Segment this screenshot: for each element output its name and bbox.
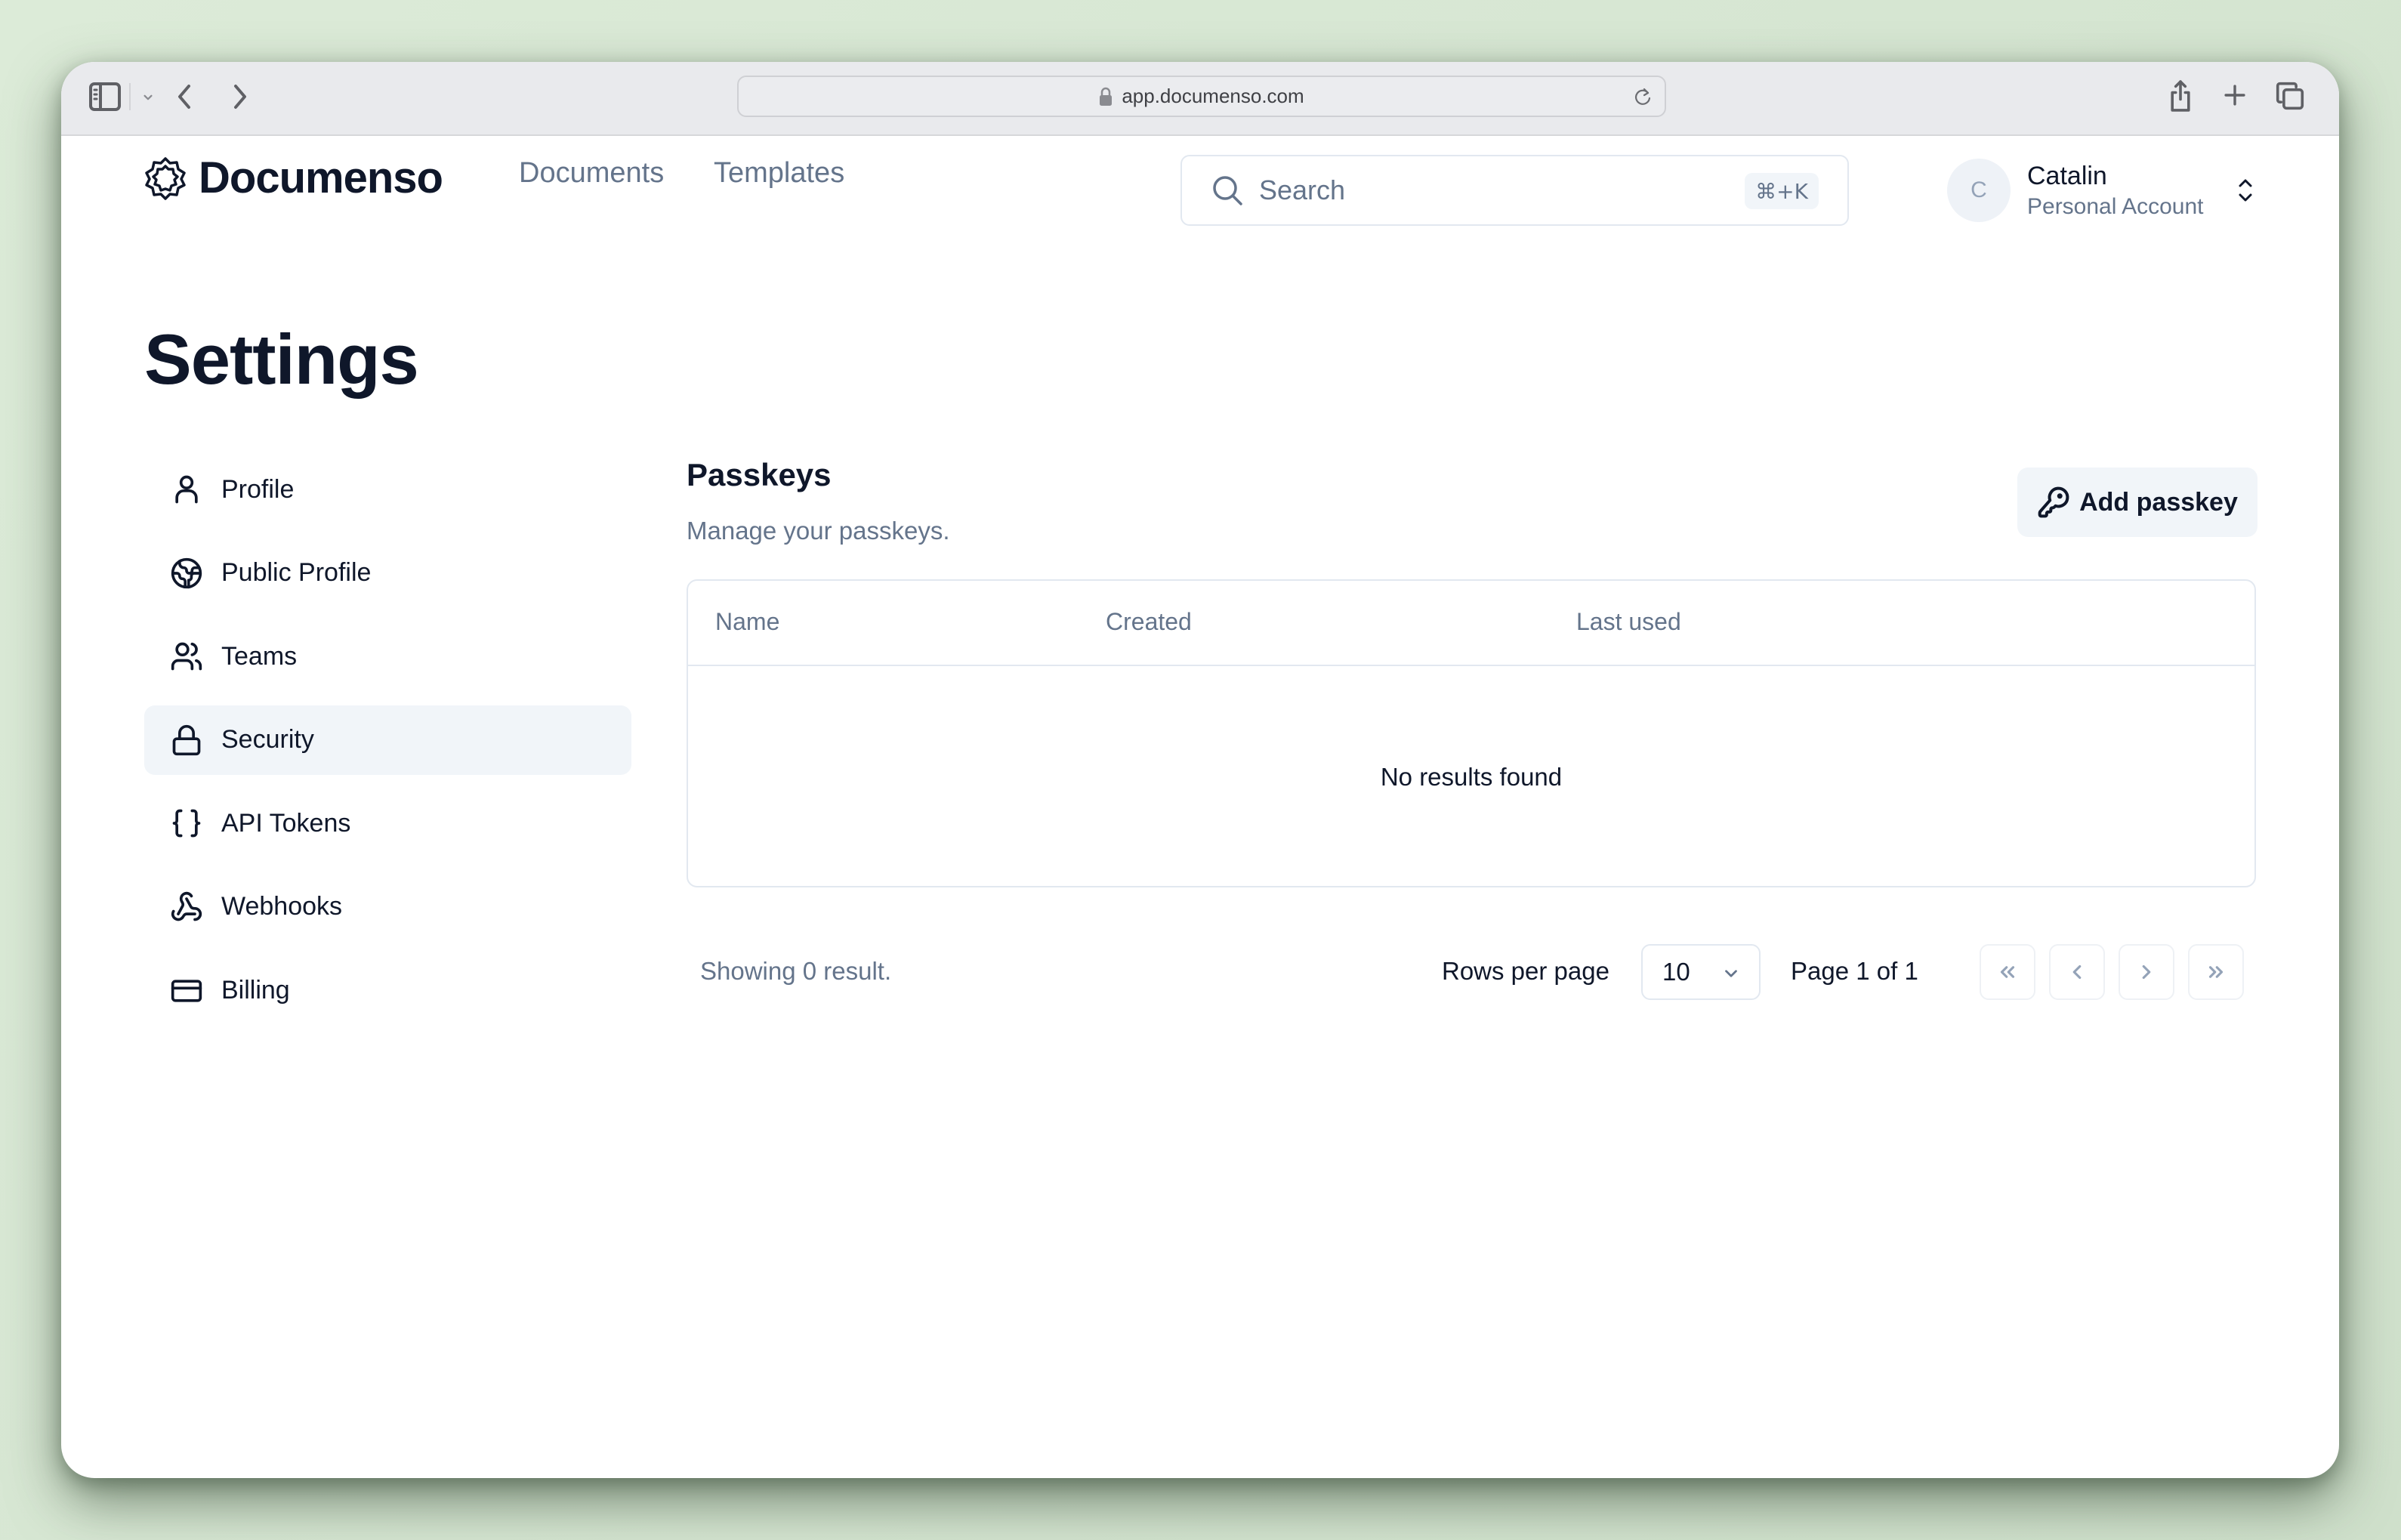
avatar: C: [1947, 159, 2011, 222]
users-icon: [171, 642, 202, 671]
user-name: Catalin: [2027, 161, 2107, 190]
chevrons-up-down-icon: [2239, 179, 2252, 202]
back-icon[interactable]: [170, 82, 200, 112]
sidebar-item-public-profile[interactable]: Public Profile: [144, 539, 631, 608]
rows-per-page-value: 10: [1662, 958, 1690, 986]
page-indicator: Page 1 of 1: [1791, 957, 1918, 985]
credit-card-icon: [171, 979, 202, 1002]
toolbar-divider: [129, 83, 131, 110]
add-passkey-button[interactable]: Add passkey: [2017, 468, 2257, 537]
plus-icon[interactable]: [2220, 80, 2250, 110]
next-page-button[interactable]: [2119, 944, 2174, 1000]
key-icon: [2038, 486, 2069, 518]
account-switcher[interactable]: C Catalin Personal Account: [1947, 153, 2279, 228]
lock-icon: [1100, 87, 1113, 106]
logo-icon: [145, 156, 186, 200]
first-page-button[interactable]: [1980, 944, 2035, 1000]
sidebar-item-label: Webhooks: [221, 892, 343, 921]
sidebar-item-billing[interactable]: Billing: [144, 956, 631, 1026]
reload-icon[interactable]: [1631, 86, 1654, 109]
chevrons-left-icon: [2000, 966, 2015, 978]
section-description: Manage your passkeys.: [687, 517, 950, 545]
browser-window: app.documenso.com Documenso Documents Te…: [61, 62, 2339, 1478]
rows-per-page-label: Rows per page: [1442, 957, 1609, 985]
rows-per-page-select[interactable]: 10: [1641, 944, 1761, 1000]
pagination-bar: Showing 0 result. Rows per page 10 Page …: [687, 942, 2256, 1002]
table-header: Name Created Last used: [688, 581, 2254, 666]
share-icon[interactable]: [2165, 77, 2196, 115]
forward-icon[interactable]: [224, 82, 255, 112]
brand-name: Documenso: [199, 153, 443, 202]
browser-toolbar: app.documenso.com: [61, 62, 2339, 136]
nav-templates[interactable]: Templates: [714, 157, 844, 190]
previous-page-button[interactable]: [2049, 944, 2105, 1000]
chevron-left-icon: [2072, 964, 2082, 980]
chevron-right-icon: [2142, 964, 2151, 980]
empty-state-message: No results found: [1380, 762, 1563, 791]
sidebar-item-label: Profile: [221, 474, 295, 504]
search-shortcut-badge: ⌘+K: [1745, 173, 1819, 209]
column-header-name[interactable]: Name: [715, 608, 779, 636]
nav-documents[interactable]: Documents: [519, 157, 664, 190]
sidebar-item-label: Billing: [221, 976, 290, 1005]
search-placeholder: Search: [1259, 174, 1346, 205]
add-passkey-label: Add passkey: [2079, 487, 2238, 517]
account-type: Personal Account: [2027, 193, 2204, 219]
sidebar-item-teams[interactable]: Teams: [144, 622, 631, 691]
sidebar-item-label: Security: [221, 725, 314, 755]
tabs-overview-icon[interactable]: [2274, 80, 2306, 112]
section-title: Passkeys: [687, 457, 832, 492]
chevron-down-icon: [1725, 970, 1737, 977]
last-page-button[interactable]: [2188, 944, 2244, 1000]
sidebar-item-webhooks[interactable]: Webhooks: [144, 872, 631, 942]
settings-sidebar: Profile Public Profile Teams Security AP…: [144, 455, 631, 1039]
sidebar-item-label: Public Profile: [221, 558, 372, 588]
result-count: Showing 0 result.: [700, 957, 892, 985]
column-header-created[interactable]: Created: [1106, 608, 1192, 636]
url-text: app.documenso.com: [1122, 85, 1304, 107]
passkeys-table: Name Created Last used No results found: [687, 579, 2256, 887]
search-icon: [1213, 176, 1242, 205]
braces-icon: [172, 810, 201, 838]
sidebar-item-label: Teams: [221, 641, 298, 671]
search-input[interactable]: Search ⌘+K: [1180, 155, 1849, 226]
brand-logo[interactable]: Documenso: [143, 153, 443, 203]
column-header-last-used[interactable]: Last used: [1576, 608, 1681, 636]
user-icon: [175, 475, 198, 504]
sidebar-item-label: API Tokens: [221, 808, 351, 838]
sidebar-item-api-tokens[interactable]: API Tokens: [144, 789, 631, 858]
globe-icon: [171, 557, 202, 588]
table-body: No results found: [688, 666, 2254, 886]
webhook-icon: [171, 891, 202, 921]
page-title: Settings: [144, 319, 419, 399]
sidebar-item-security[interactable]: Security: [144, 705, 631, 775]
address-bar[interactable]: app.documenso.com: [737, 76, 1666, 117]
lock-icon: [172, 724, 201, 755]
sidebar-item-profile[interactable]: Profile: [144, 455, 631, 524]
sidebar-toggle-icon[interactable]: [88, 82, 122, 112]
chevron-down-icon[interactable]: [137, 86, 159, 109]
chevrons-right-icon: [2208, 966, 2224, 978]
